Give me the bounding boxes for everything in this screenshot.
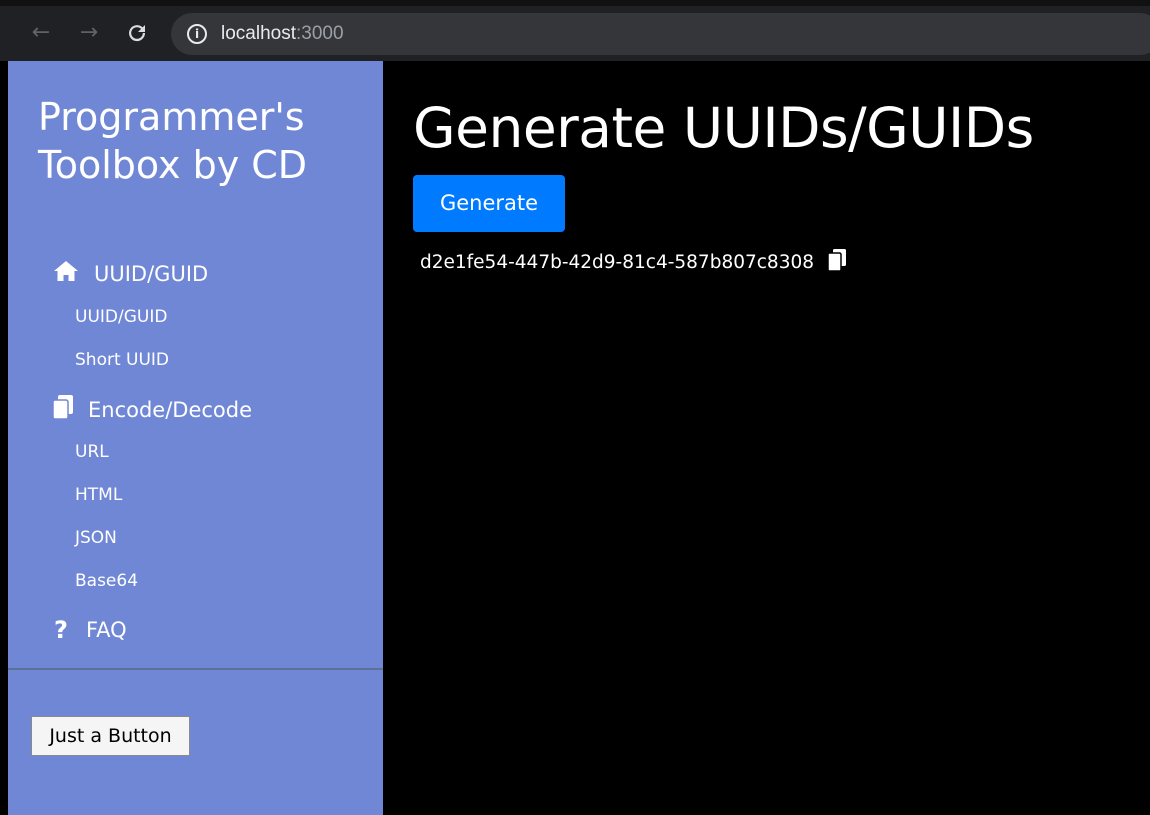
reload-icon[interactable]	[124, 20, 150, 46]
sidebar-divider	[8, 668, 383, 670]
menu-group-label: UUID/GUID	[94, 261, 209, 286]
menu-group-label: Encode/Decode	[88, 397, 253, 422]
url-text: localhost:3000	[221, 23, 344, 45]
back-arrow-icon[interactable]: ←	[28, 20, 54, 46]
forward-arrow-icon[interactable]: →	[76, 20, 102, 46]
menu-group-label: FAQ	[86, 618, 127, 642]
menu-item-uuid-guid[interactable]: UUID/GUID	[75, 307, 167, 327]
url-port: :3000	[296, 23, 344, 44]
url-host: localhost	[221, 23, 296, 44]
brand-title[interactable]: Programmer's Toolbox by CD	[38, 93, 368, 189]
main-content: Generate UUIDs/GUIDs Generate d2e1fe54-4…	[383, 61, 1150, 815]
sidebar: Programmer's Toolbox by CD UUID/GUID UUI…	[8, 61, 383, 815]
menu-item-html[interactable]: HTML	[75, 485, 122, 505]
copy-icon[interactable]	[827, 249, 847, 276]
uuid-result: d2e1fe54-447b-42d9-81c4-587b807c8308	[420, 249, 847, 276]
menu-group-uuid[interactable]: UUID/GUID	[52, 260, 208, 287]
generate-button[interactable]: Generate	[413, 175, 565, 232]
page-title: Generate UUIDs/GUIDs	[413, 96, 1034, 160]
menu-item-json[interactable]: JSON	[75, 528, 117, 548]
browser-toolbar: ← → i localhost:3000	[0, 0, 1150, 61]
question-icon: ?	[54, 616, 68, 644]
copy-icon	[52, 395, 74, 424]
address-bar[interactable]: i localhost:3000	[171, 13, 1150, 55]
menu-item-url[interactable]: URL	[75, 442, 109, 462]
just-a-button[interactable]: Just a Button	[31, 716, 190, 756]
uuid-value[interactable]: d2e1fe54-447b-42d9-81c4-587b807c8308	[420, 252, 814, 273]
menu-group-encode-decode[interactable]: Encode/Decode	[52, 395, 252, 424]
home-icon	[52, 260, 80, 287]
menu-group-faq[interactable]: ? FAQ	[52, 616, 127, 644]
menu-item-base64[interactable]: Base64	[75, 571, 138, 591]
menu-item-short-uuid[interactable]: Short UUID	[75, 350, 169, 370]
info-icon[interactable]: i	[187, 24, 207, 44]
